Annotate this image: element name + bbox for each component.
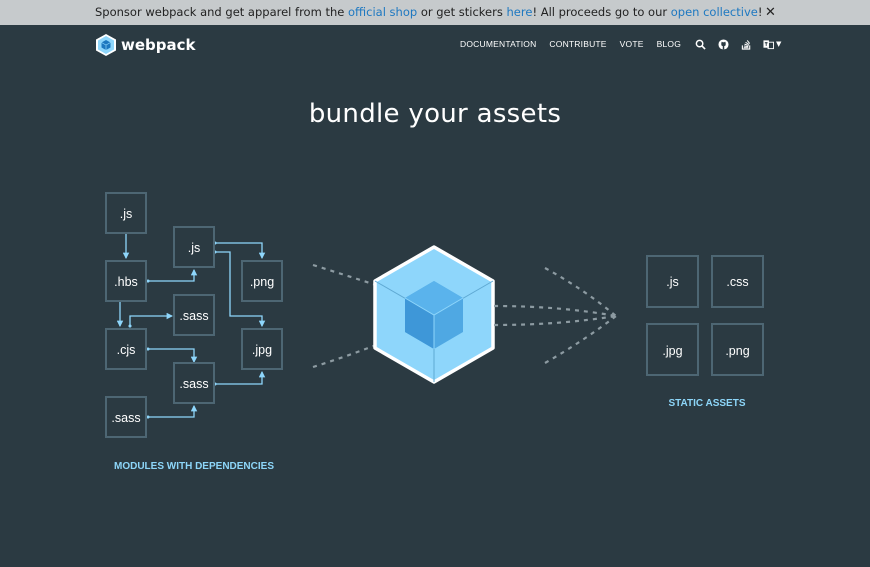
module-box-sass-1: .sass xyxy=(173,294,215,336)
sponsor-text: Sponsor webpack and get apparel from the xyxy=(95,5,348,19)
chevron-down-icon: ▼ xyxy=(776,40,782,48)
module-label: .hbs xyxy=(114,275,138,289)
hero-title: bundle your assets xyxy=(308,99,562,130)
nav-contribute[interactable]: Contribute xyxy=(549,39,606,49)
main-nav: Documentation Contribute Vote Blog ▼ xyxy=(460,38,781,50)
module-box-png: .png xyxy=(241,260,283,302)
language-icon xyxy=(763,39,775,49)
asset-box-jpg: .jpg xyxy=(646,323,699,376)
sponsor-banner: Sponsor webpack and get apparel from the… xyxy=(0,0,870,25)
module-label: .js xyxy=(120,207,133,221)
asset-label: .js xyxy=(666,275,679,289)
module-box-cjs: .cjs xyxy=(105,328,147,370)
github-icon[interactable] xyxy=(717,38,729,50)
module-label: .js xyxy=(188,241,201,255)
module-label: .sass xyxy=(179,377,208,391)
asset-label: .png xyxy=(725,344,749,358)
nav-documentation[interactable]: Documentation xyxy=(460,39,536,49)
official-shop-link[interactable]: official shop xyxy=(348,5,417,19)
asset-label: .css xyxy=(726,275,748,289)
sponsor-message: Sponsor webpack and get apparel from the… xyxy=(95,0,762,25)
nav-blog[interactable]: Blog xyxy=(657,39,681,49)
module-box-sass-2: .sass xyxy=(173,362,215,404)
webpack-cube-icon xyxy=(373,245,495,384)
nav-vote[interactable]: Vote xyxy=(620,39,644,49)
sponsor-text-mid2: ! All proceeds go to our xyxy=(532,5,671,19)
module-label: .jpg xyxy=(252,343,272,357)
sponsor-text-mid: or get stickers xyxy=(417,5,507,19)
module-box-sass-3: .sass xyxy=(105,396,147,438)
stickers-link[interactable]: here xyxy=(507,5,533,19)
asset-label: .jpg xyxy=(662,344,682,358)
output-flow-lines xyxy=(493,267,617,364)
asset-box-css: .css xyxy=(711,255,764,308)
module-box-hbs: .hbs xyxy=(105,260,147,302)
assets-caption: STATIC ASSETS xyxy=(668,398,745,409)
asset-box-js: .js xyxy=(646,255,699,308)
module-box-js-1: .js xyxy=(105,192,147,234)
module-box-jpg: .jpg xyxy=(241,328,283,370)
module-label: .sass xyxy=(179,309,208,323)
open-collective-link[interactable]: open collective xyxy=(671,5,758,19)
module-box-js-2: .js xyxy=(173,226,215,268)
webpack-logo-icon xyxy=(96,34,116,56)
logo-text: webpack xyxy=(121,36,196,54)
stack-overflow-icon[interactable] xyxy=(740,38,752,50)
bundle-diagram: .js .js .hbs .png .sass .cjs .jpg .sass … xyxy=(105,192,764,472)
input-flow-lines xyxy=(312,263,377,369)
module-label: .sass xyxy=(111,411,140,425)
dependency-connectors xyxy=(116,234,266,419)
webpack-logo[interactable]: webpack xyxy=(95,32,196,58)
language-selector[interactable]: ▼ xyxy=(763,39,781,50)
search-icon[interactable] xyxy=(694,38,706,50)
module-label: .png xyxy=(250,275,274,289)
close-banner-button[interactable]: ✕ xyxy=(765,0,776,25)
modules-caption: MODULES WITH DEPENDENCIES xyxy=(114,461,274,472)
asset-box-png: .png xyxy=(711,323,764,376)
sponsor-text-end: ! xyxy=(757,5,763,19)
site-header: webpack Documentation Contribute Vote Bl… xyxy=(0,25,870,65)
module-label: .cjs xyxy=(117,343,136,357)
